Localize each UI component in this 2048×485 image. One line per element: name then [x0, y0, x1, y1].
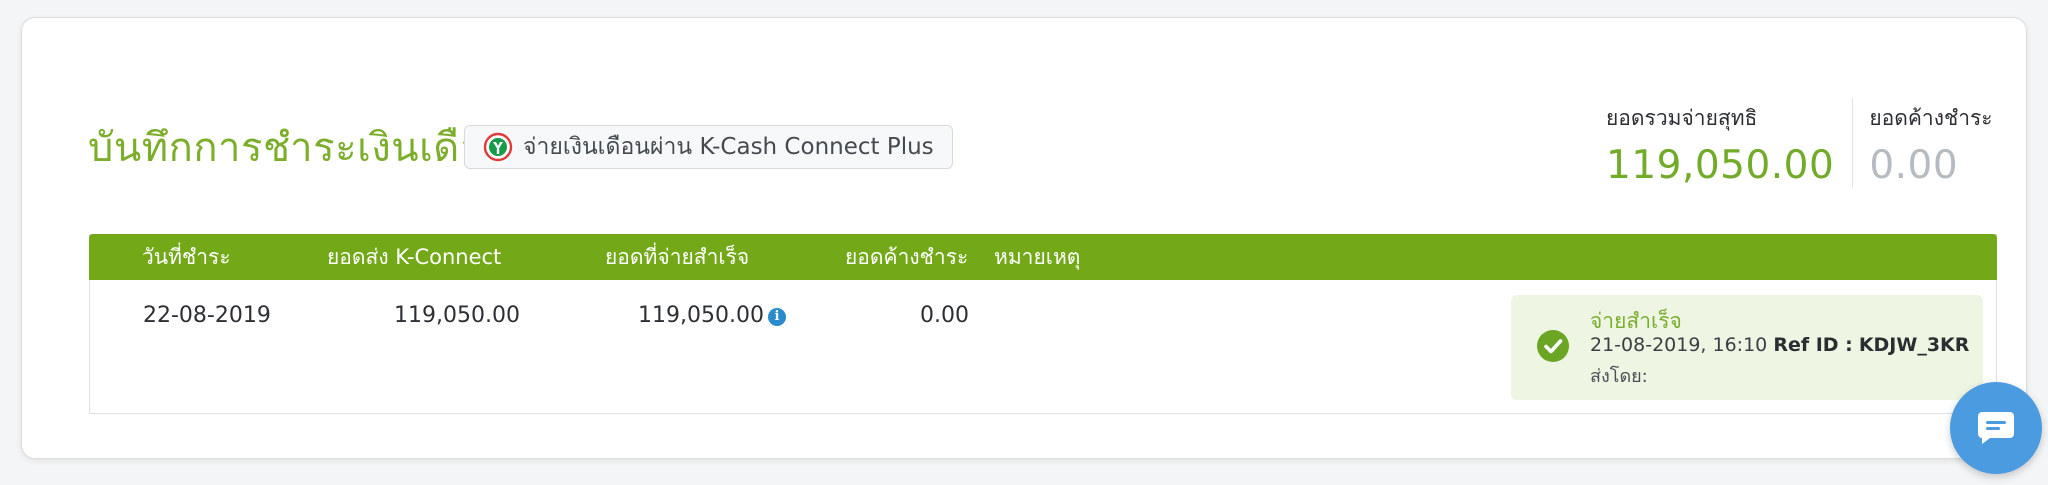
row-paid-amount-cell: 119,050.00 i: [638, 303, 786, 328]
outstanding-summary: ยอดค้างชำระ 0.00: [1852, 98, 2010, 188]
payment-table: วันที่ชำระ ยอดส่ง K-Connect ยอดที่จ่ายสำ…: [89, 234, 1997, 414]
kbank-logo-icon: [483, 132, 513, 162]
ref-id-label: Ref ID :: [1773, 334, 1853, 356]
net-total-summary: ยอดรวมจ่ายสุทธิ 119,050.00: [1606, 98, 1852, 188]
row-paid-amount: 119,050.00: [638, 303, 764, 328]
ref-id-value: KDJW_3KR: [1858, 334, 1970, 356]
payment-summary: ยอดรวมจ่ายสุทธิ 119,050.00 ยอดค้างชำระ 0…: [1606, 98, 2011, 188]
kcash-connect-plus-label: จ่ายเงินเดือนผ่าน K-Cash Connect Plus: [523, 134, 934, 160]
chat-button[interactable]: [1950, 382, 2042, 474]
row-kconnect-amount: 119,050.00: [394, 303, 520, 328]
row-outstanding: 0.00: [920, 303, 969, 328]
outstanding-value: 0.00: [1869, 143, 1959, 188]
table-header: วันที่ชำระ ยอดส่ง K-Connect ยอดที่จ่ายสำ…: [89, 234, 1997, 280]
outstanding-label: ยอดค้างชำระ: [1869, 106, 1993, 130]
info-icon[interactable]: i: [767, 308, 786, 326]
status-details: 21-08-2019, 16:10 Ref ID : KDJW_3KR: [1590, 334, 1969, 356]
payment-record-card: บันทึกการชำระเงินเดือน จ่ายเงินเดือนผ่าน…: [21, 17, 2027, 459]
column-header-paid-amount: ยอดที่จ่ายสำเร็จ: [605, 245, 750, 269]
chat-icon: [1978, 412, 2014, 444]
net-total-label: ยอดรวมจ่ายสุทธิ: [1606, 106, 1758, 130]
column-header-payment-date: วันที่ชำระ: [142, 245, 231, 269]
kcash-connect-plus-button[interactable]: จ่ายเงินเดือนผ่าน K-Cash Connect Plus: [464, 125, 953, 169]
column-header-kconnect-amount: ยอดส่ง K-Connect: [327, 245, 502, 269]
net-total-value: 119,050.00: [1606, 143, 1835, 188]
payment-status-box: จ่ายสำเร็จ 21-08-2019, 16:10 Ref ID : KD…: [1511, 295, 1983, 400]
column-header-outstanding: ยอดค้างชำระ: [845, 245, 969, 269]
check-circle-icon: [1537, 330, 1569, 362]
column-header-remarks: หมายเหตุ: [994, 245, 1081, 269]
page-title: บันทึกการชำระเงินเดือน: [88, 125, 513, 171]
sender-label: ส่งโดย:: [1590, 366, 1648, 387]
row-payment-date: 22-08-2019: [143, 303, 271, 328]
status-datetime: 21-08-2019, 16:10: [1590, 334, 1768, 356]
